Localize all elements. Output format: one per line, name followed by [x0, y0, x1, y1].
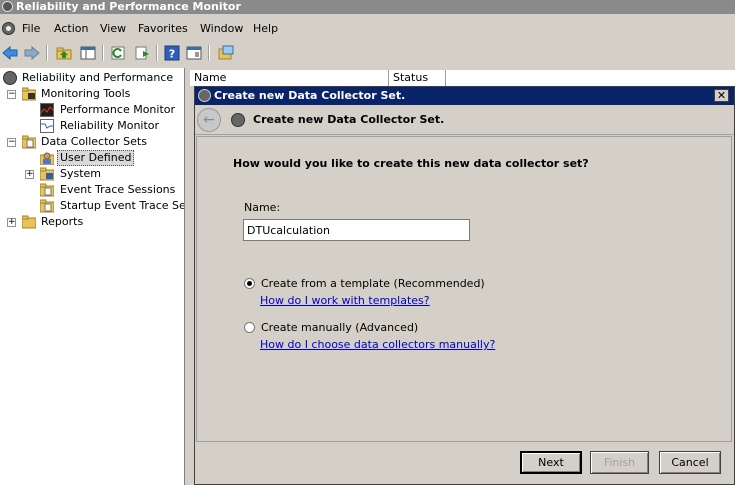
data-collector-folder-icon — [21, 135, 37, 149]
reports-folder-icon — [21, 215, 37, 229]
tree-node-root[interactable]: Reliability and Performance — [0, 70, 184, 86]
menu-view[interactable]: View — [100, 22, 126, 35]
column-header-status[interactable]: Status — [389, 70, 446, 86]
wizard-question: How would you like to create this new da… — [233, 157, 589, 170]
dialog-app-icon — [198, 89, 211, 102]
reliability-chart-icon — [40, 119, 54, 133]
show-hide-tree-icon[interactable] — [80, 45, 96, 61]
properties-icon[interactable] — [186, 45, 202, 61]
tree-label-data-collector-sets: Data Collector Sets — [41, 135, 147, 148]
system-menu-icon[interactable] — [2, 22, 15, 35]
window-title-bar[interactable]: Reliability and Performance Monitor — [0, 0, 735, 14]
toolbar-separator — [208, 45, 210, 61]
tree-node-reports[interactable]: + Reports — [0, 214, 184, 230]
back-button[interactable]: ← — [197, 108, 221, 132]
templates-help-link[interactable]: How do I work with templates? — [260, 294, 430, 307]
tree-label-user-defined: User Defined — [57, 150, 135, 166]
list-header: Name Status — [190, 70, 735, 86]
dialog-title-bar[interactable]: Create new Data Collector Set. ✕ — [195, 87, 734, 105]
tree-label-monitoring-tools: Monitoring Tools — [41, 87, 131, 100]
name-input[interactable] — [243, 219, 470, 241]
tree-label-startup-event-trace: Startup Event Trace Sess — [60, 199, 185, 212]
menu-help[interactable]: Help — [253, 22, 278, 35]
tree-label-performance-monitor: Performance Monitor — [60, 103, 176, 116]
toolbar-separator — [102, 45, 104, 61]
collapse-icon[interactable]: − — [7, 90, 16, 99]
user-folder-icon — [39, 151, 55, 166]
up-folder-icon[interactable] — [56, 45, 72, 61]
help-icon[interactable]: ? — [164, 45, 180, 61]
menu-favorites[interactable]: Favorites — [138, 22, 188, 35]
system-folder-icon — [39, 167, 55, 181]
option-manual-label[interactable]: Create manually (Advanced) — [261, 321, 418, 334]
finish-button[interactable]: Finish — [590, 451, 649, 474]
tree-label-reports: Reports — [41, 215, 84, 228]
cancel-button[interactable]: Cancel — [659, 451, 721, 474]
tree-label-root: Reliability and Performance — [22, 71, 174, 84]
tree-label-event-trace-sessions: Event Trace Sessions — [60, 183, 176, 196]
forward-arrow-icon[interactable] — [24, 45, 40, 61]
wizard-header: ← Create new Data Collector Set. — [195, 105, 734, 135]
app-icon — [2, 1, 13, 12]
expand-icon[interactable]: + — [7, 218, 16, 227]
back-arrow-icon[interactable] — [2, 45, 18, 61]
toolbar: ? — [0, 42, 735, 64]
data-collectors-help-link[interactable]: How do I choose data collectors manually… — [260, 338, 495, 351]
trace-folder-icon — [39, 199, 55, 213]
column-header-name[interactable]: Name — [190, 70, 389, 86]
wizard-body: How would you like to create this new da… — [196, 136, 732, 442]
dialog-title: Create new Data Collector Set. — [214, 89, 406, 102]
menu-action[interactable]: Action — [54, 22, 88, 35]
perf-monitor-root-icon — [3, 71, 17, 85]
tree-node-event-trace-sessions[interactable]: Event Trace Sessions — [0, 182, 184, 198]
folder-icon — [21, 87, 37, 101]
create-data-collector-set-dialog: Create new Data Collector Set. ✕ ← Creat… — [194, 86, 735, 485]
tree-node-user-defined[interactable]: User Defined — [0, 150, 184, 166]
window-title: Reliability and Performance Monitor — [16, 0, 241, 13]
tree-node-data-collector-sets[interactable]: − Data Collector Sets — [0, 134, 184, 150]
trace-folder-icon — [39, 183, 55, 197]
tree-node-system[interactable]: + System — [0, 166, 184, 182]
menu-bar: File Action View Favorites Window Help — [0, 20, 735, 38]
radio-create-manually[interactable] — [244, 322, 255, 333]
name-label: Name: — [244, 201, 281, 214]
option-template-label[interactable]: Create from a template (Recommended) — [261, 277, 485, 290]
wizard-icon — [231, 113, 245, 127]
collapse-icon[interactable]: − — [7, 138, 16, 147]
new-window-icon[interactable] — [218, 45, 234, 61]
svg-text:?: ? — [169, 48, 175, 61]
tree-node-monitoring-tools[interactable]: − Monitoring Tools — [0, 86, 184, 102]
navigation-tree: Reliability and Performance − Monitoring… — [0, 68, 185, 485]
tree-node-startup-event-trace[interactable]: Startup Event Trace Sess — [0, 198, 185, 214]
menu-window[interactable]: Window — [200, 22, 243, 35]
radio-create-from-template[interactable] — [244, 278, 255, 289]
tree-label-system: System — [60, 167, 102, 180]
wizard-header-title: Create new Data Collector Set. — [253, 113, 445, 126]
close-icon[interactable]: ✕ — [714, 89, 729, 102]
export-list-icon[interactable] — [134, 45, 150, 61]
toolbar-separator — [46, 45, 48, 61]
tree-node-performance-monitor[interactable]: Performance Monitor — [0, 102, 184, 118]
next-button[interactable]: Next — [520, 451, 582, 474]
menu-file[interactable]: File — [22, 22, 40, 35]
refresh-icon[interactable] — [110, 45, 126, 61]
chart-monitor-icon — [40, 103, 54, 117]
tree-node-reliability-monitor[interactable]: Reliability Monitor — [0, 118, 184, 134]
tree-label-reliability-monitor: Reliability Monitor — [60, 119, 160, 132]
toolbar-separator — [156, 45, 158, 61]
expand-icon[interactable]: + — [25, 170, 34, 179]
